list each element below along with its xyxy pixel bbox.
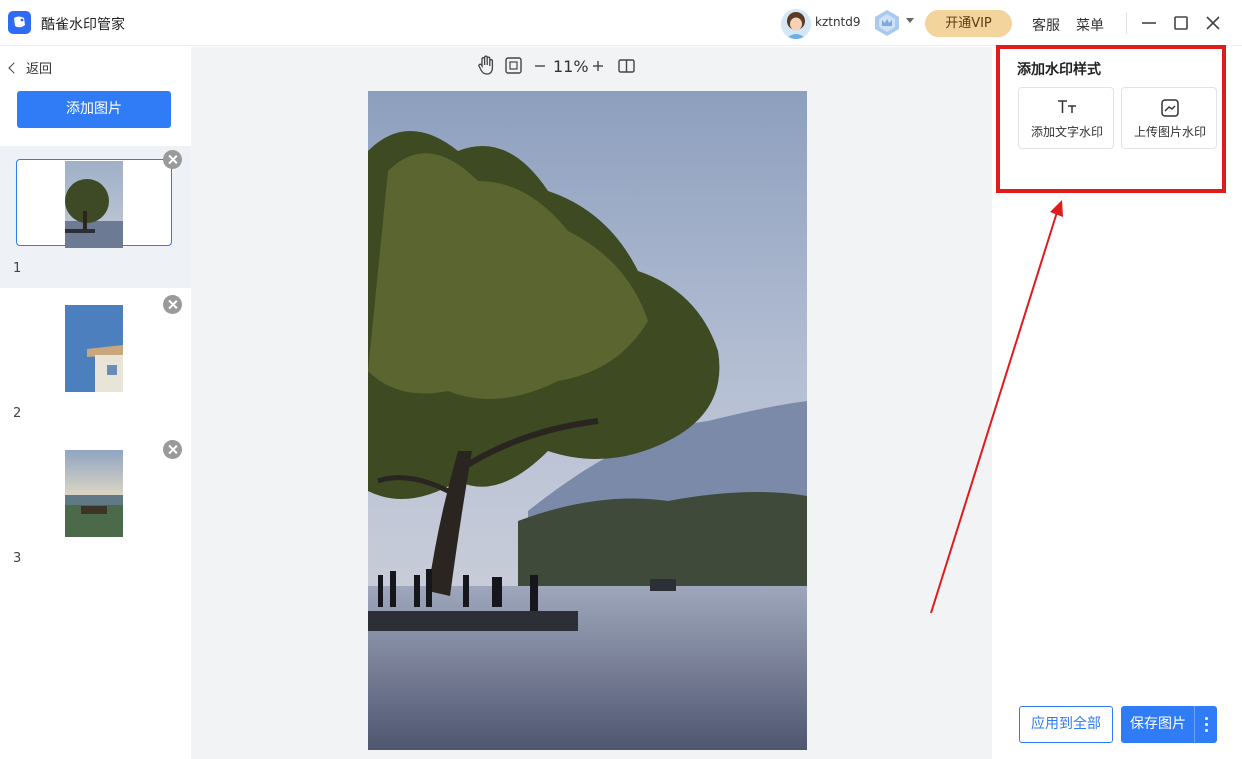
image-thumbnail-item[interactable]: 3 — [0, 436, 191, 578]
image-thumbnail-item[interactable]: 2 — [0, 291, 191, 433]
apply-to-all-button[interactable]: 应用到全部 — [1019, 706, 1113, 743]
back-button[interactable]: 返回 — [8, 58, 53, 77]
save-image-label: 保存图片 — [1130, 716, 1186, 732]
chevron-left-icon — [8, 62, 20, 74]
hand-tool-icon[interactable] — [476, 55, 496, 77]
app-title: 酷雀水印管家 — [41, 17, 125, 33]
crown-icon[interactable] — [872, 8, 902, 38]
add-image-button[interactable]: 添加图片 — [17, 91, 171, 128]
preview-photo[interactable] — [368, 91, 807, 750]
thumbnail-number: 3 — [13, 551, 22, 566]
remove-thumbnail-icon[interactable] — [163, 295, 182, 314]
maximize-icon[interactable] — [1171, 13, 1191, 33]
image-thumbnail-item[interactable]: 1 — [0, 146, 191, 288]
open-vip-button[interactable]: 开通VIP — [925, 10, 1012, 37]
save-image-button[interactable]: 保存图片 — [1121, 706, 1217, 743]
more-options-icon[interactable] — [1194, 706, 1217, 743]
customer-service-link[interactable]: 客服 — [1032, 15, 1060, 35]
title-bar-divider — [1126, 12, 1127, 34]
app-logo-icon — [8, 11, 31, 34]
compare-icon[interactable] — [617, 55, 637, 77]
thumbnail-image[interactable] — [65, 161, 123, 248]
thumbnail-number: 1 — [13, 261, 22, 276]
zoom-in-icon[interactable] — [591, 55, 605, 77]
chevron-down-icon[interactable] — [906, 18, 914, 23]
back-label: 返回 — [26, 62, 53, 77]
fit-screen-icon[interactable] — [504, 55, 524, 77]
preview-canvas: 11% — [191, 47, 992, 759]
remove-thumbnail-icon[interactable] — [163, 440, 182, 459]
avatar[interactable] — [781, 9, 811, 39]
username[interactable]: kztntd9 — [815, 15, 861, 29]
minimize-icon[interactable] — [1139, 13, 1159, 33]
zoom-out-icon[interactable] — [533, 55, 547, 77]
zoom-level: 11% — [553, 57, 589, 76]
thumbnail-image[interactable] — [65, 305, 123, 392]
annotation-highlight-box — [996, 45, 1226, 193]
annotation-arrow-icon — [930, 200, 1063, 614]
remove-thumbnail-icon[interactable] — [163, 150, 182, 169]
menu-link[interactable]: 菜单 — [1076, 15, 1104, 35]
image-list-sidebar: 返回 添加图片 1 2 3 — [0, 47, 191, 759]
thumbnail-image[interactable] — [65, 450, 123, 537]
title-bar: 酷雀水印管家 kztntd9 开通VIP 客服 菜单 — [0, 0, 1242, 46]
close-icon[interactable] — [1203, 13, 1223, 33]
thumbnail-number: 2 — [13, 406, 22, 421]
